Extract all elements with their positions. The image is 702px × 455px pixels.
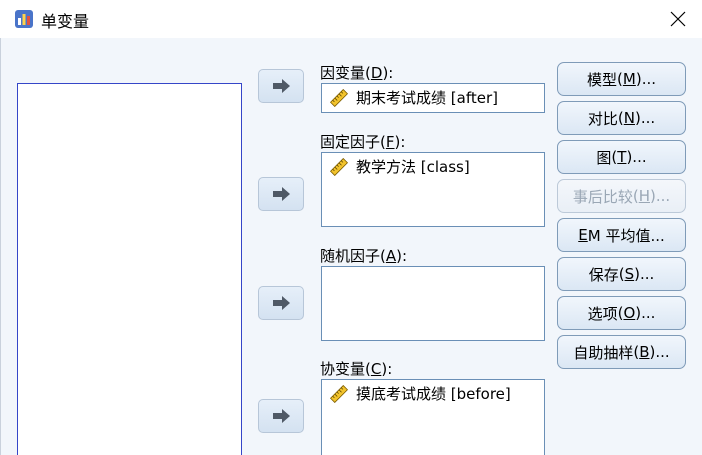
random-factor-box[interactable]	[321, 266, 545, 341]
list-item[interactable]: 教学方法 [class]	[330, 156, 470, 177]
source-variable-list[interactable]	[17, 83, 242, 455]
options-button[interactable]: 选项(O)...	[557, 296, 686, 330]
post-hoc-button[interactable]: 事后比较(H)...	[557, 179, 686, 213]
contrast-button[interactable]: 对比(N)...	[557, 101, 686, 135]
title-bar: 单变量	[0, 0, 702, 38]
arrow-right-icon	[273, 79, 290, 93]
covariate-label: 协变量(C):	[320, 360, 393, 378]
close-button[interactable]	[655, 0, 701, 38]
spss-app-icon	[15, 10, 33, 28]
fixed-factor-label: 固定因子(F):	[320, 133, 406, 151]
plots-button[interactable]: 图(T)...	[557, 140, 686, 174]
move-to-dependent-button[interactable]	[258, 69, 304, 103]
arrow-right-icon	[273, 296, 290, 310]
arrow-right-icon	[273, 409, 290, 423]
fixed-factor-box[interactable]: 教学方法 [class]	[321, 152, 545, 227]
covariate-box[interactable]: 摸底考试成绩 [before]	[321, 379, 545, 455]
list-item[interactable]: 摸底考试成绩 [before]	[330, 383, 511, 404]
ruler-icon	[330, 384, 348, 403]
window-title: 单变量	[41, 12, 90, 31]
move-to-random-factor-button[interactable]	[258, 286, 304, 320]
ruler-icon	[330, 88, 348, 107]
random-factor-label: 随机因子(A):	[320, 247, 408, 265]
ruler-icon	[330, 157, 348, 176]
dependent-variable-label: 因变量(D):	[320, 64, 394, 82]
save-button[interactable]: 保存(S)...	[557, 257, 686, 291]
close-icon	[670, 11, 686, 27]
arrow-right-icon	[273, 187, 290, 201]
dependent-variable-box[interactable]: 期末考试成绩 [after]	[321, 83, 545, 113]
em-means-button[interactable]: EM 平均值...	[557, 218, 686, 252]
move-to-fixed-factor-button[interactable]	[258, 177, 304, 211]
list-item[interactable]: 期末考试成绩 [after]	[330, 87, 498, 108]
bootstrap-button[interactable]: 自助抽样(B)...	[557, 335, 686, 369]
model-button[interactable]: 模型(M)...	[557, 62, 686, 96]
move-to-covariate-button[interactable]	[258, 399, 304, 433]
